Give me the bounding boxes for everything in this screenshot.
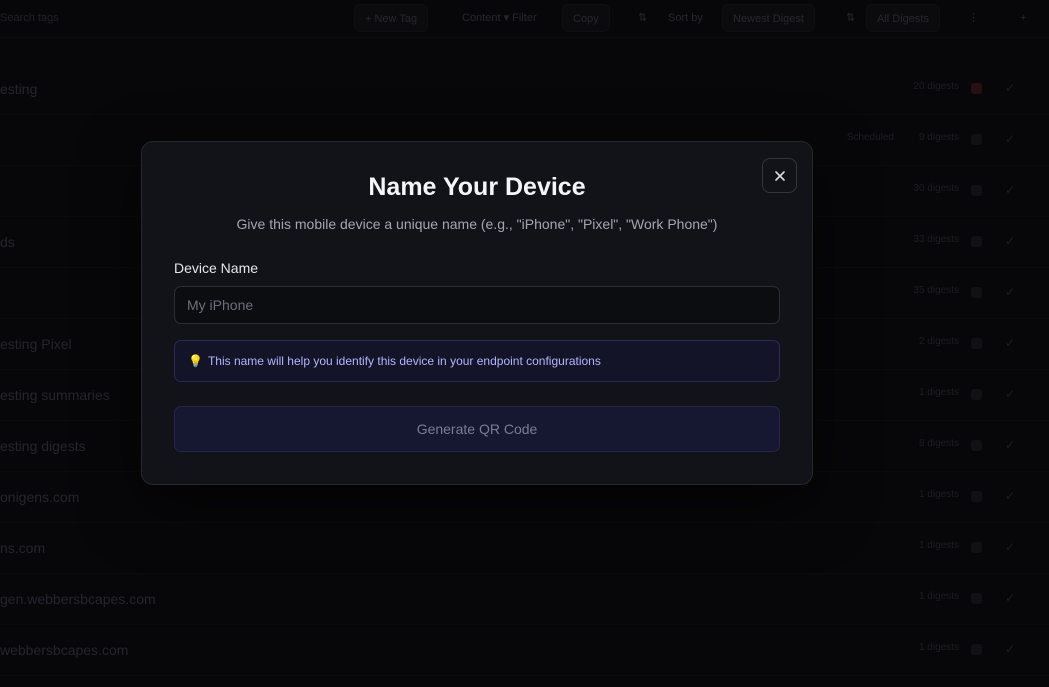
dialog-subtitle: Give this mobile device a unique name (e… (236, 216, 718, 232)
lightbulb-icon: 💡 (188, 354, 203, 368)
info-hint: 💡 This name will help you identify this … (174, 340, 780, 382)
info-hint-text: This name will help you identify this de… (207, 354, 601, 368)
dialog-title: Name Your Device (368, 173, 586, 201)
generate-qr-code-button[interactable]: Generate QR Code (174, 406, 780, 452)
device-name-input[interactable] (174, 286, 780, 324)
device-name-label: Device Name (174, 260, 259, 276)
name-device-dialog: Name Your Device Give this mobile device… (141, 141, 813, 485)
